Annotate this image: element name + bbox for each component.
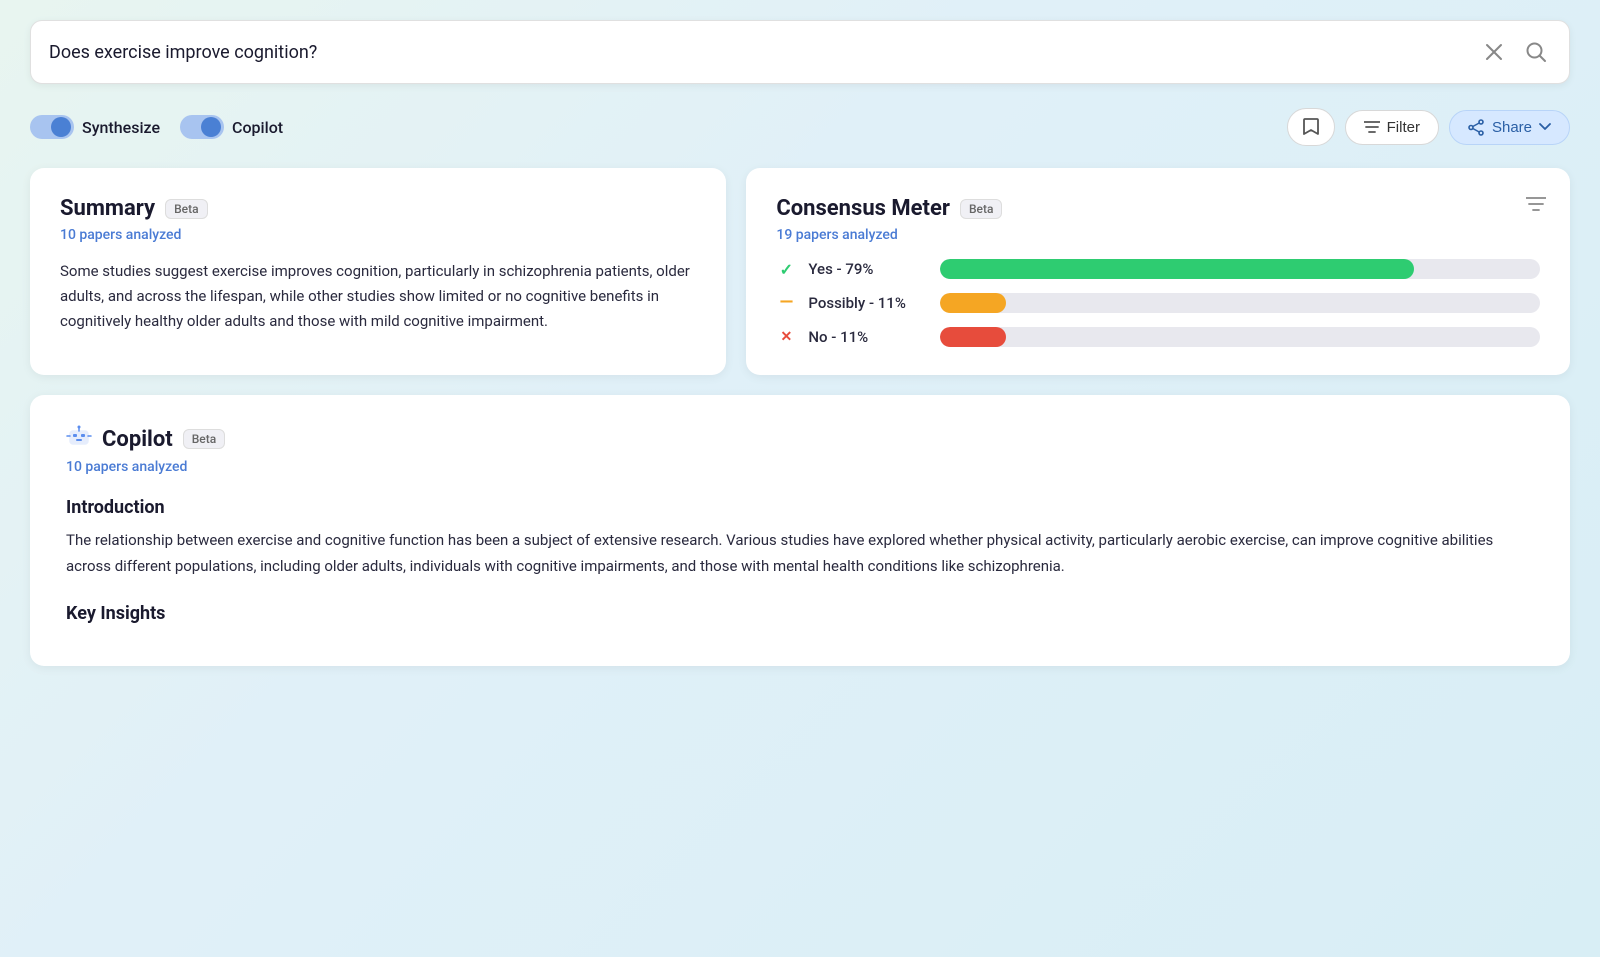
no-icon: ✕ <box>776 329 796 345</box>
toolbar-actions: Filter Share <box>1287 108 1570 146</box>
synthesize-toggle-track[interactable] <box>30 115 74 139</box>
bookmark-button[interactable] <box>1287 108 1335 146</box>
summary-title: Summary <box>60 196 155 221</box>
bookmark-icon <box>1302 117 1320 137</box>
consensus-card: Consensus Meter Beta 19 papers analyzed … <box>746 168 1570 375</box>
search-actions <box>1481 37 1551 67</box>
no-label: No - 11% <box>808 328 928 346</box>
search-button[interactable] <box>1521 37 1551 67</box>
consensus-row-possibly: — Possibly - 11% <box>776 293 1540 313</box>
close-icon <box>1485 43 1503 61</box>
clear-search-button[interactable] <box>1481 39 1507 65</box>
copilot-card: Copilot Beta 10 papers analyzed Introduc… <box>30 395 1570 666</box>
copilot-toggle-thumb <box>201 117 221 137</box>
copilot-toggle-track[interactable] <box>180 115 224 139</box>
intro-text: The relationship between exercise and co… <box>66 528 1534 579</box>
copilot-title: Copilot <box>102 427 173 452</box>
consensus-row-no: ✕ No - 11% <box>776 327 1540 347</box>
filter-label: Filter <box>1387 119 1420 136</box>
share-icon <box>1468 119 1485 136</box>
summary-beta-badge: Beta <box>165 199 207 219</box>
summary-header: Summary Beta <box>60 196 696 221</box>
possibly-bar-container <box>940 293 1540 313</box>
copilot-label: Copilot <box>232 118 283 137</box>
consensus-filter-button[interactable] <box>1526 196 1546 217</box>
yes-label: Yes - 79% <box>808 260 928 278</box>
summary-body: Some studies suggest exercise improves c… <box>60 259 696 333</box>
toolbar: Synthesize Copilot Filter <box>30 108 1570 146</box>
key-insights-heading: Key Insights <box>66 603 1534 624</box>
chevron-down-icon <box>1539 123 1551 131</box>
synthesize-label: Synthesize <box>82 118 160 137</box>
filter-icon <box>1364 120 1380 134</box>
filter-button[interactable]: Filter <box>1345 110 1439 145</box>
share-button[interactable]: Share <box>1449 110 1570 145</box>
summary-card: Summary Beta 10 papers analyzed Some stu… <box>30 168 726 375</box>
filter-lines-icon <box>1526 196 1546 212</box>
search-query: Does exercise improve cognition? <box>49 42 1481 63</box>
yes-icon: ✓ <box>776 260 796 279</box>
share-label: Share <box>1492 119 1532 136</box>
intro-heading: Introduction <box>66 497 1534 518</box>
no-bar-container <box>940 327 1540 347</box>
no-bar-fill <box>940 327 1006 347</box>
consensus-row-yes: ✓ Yes - 79% <box>776 259 1540 279</box>
copilot-robot-icon <box>66 423 92 455</box>
possibly-bar-fill <box>940 293 1006 313</box>
consensus-beta-badge: Beta <box>960 199 1002 219</box>
consensus-rows: ✓ Yes - 79% — Possibly - 11% ✕ No - 11% <box>776 259 1540 347</box>
search-icon <box>1525 41 1547 63</box>
yes-bar-fill <box>940 259 1414 279</box>
consensus-papers-count: 19 papers analyzed <box>776 227 1540 243</box>
copilot-header: Copilot Beta <box>66 423 1534 455</box>
consensus-title: Consensus Meter <box>776 196 950 221</box>
toolbar-toggles: Synthesize Copilot <box>30 115 283 139</box>
copilot-toggle[interactable]: Copilot <box>180 115 283 139</box>
copilot-beta-badge: Beta <box>183 429 225 449</box>
summary-papers-count: 10 papers analyzed <box>60 227 696 243</box>
search-bar: Does exercise improve cognition? <box>30 20 1570 84</box>
synthesize-toggle-thumb <box>51 117 71 137</box>
possibly-label: Possibly - 11% <box>808 294 928 312</box>
synthesize-toggle[interactable]: Synthesize <box>30 115 160 139</box>
summary-consensus-row: Summary Beta 10 papers analyzed Some stu… <box>30 168 1570 375</box>
consensus-header: Consensus Meter Beta <box>776 196 1540 221</box>
yes-bar-container <box>940 259 1540 279</box>
copilot-papers-count: 10 papers analyzed <box>66 459 1534 475</box>
possibly-icon: — <box>776 294 796 312</box>
